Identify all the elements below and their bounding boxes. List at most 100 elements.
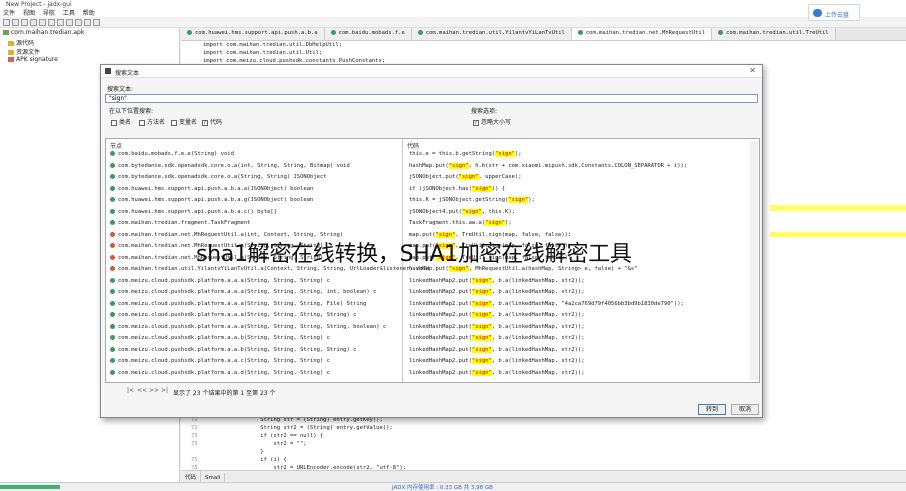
node-row[interactable]: com.huawei.hms.support.api.push.a.b.a.g(… xyxy=(110,197,313,203)
code-row[interactable]: linkedHashMap2.put("sign", b.a(linkedHas… xyxy=(409,369,585,376)
node-row[interactable]: com.huawei.hms.support.api.push.a.b.a.a(… xyxy=(110,185,314,192)
options-label: 搜索选项: xyxy=(471,108,498,115)
flatten-icon[interactable] xyxy=(30,19,37,26)
node-row[interactable]: com.baidu.mobads.f.e.e(String) void xyxy=(110,151,234,157)
close-icon[interactable]: ✕ xyxy=(749,66,756,75)
checkbox-method-name[interactable]: 方法名 xyxy=(139,117,165,126)
node-label: com.meizu.cloud.pushsdk.platform.a.a.c(S… xyxy=(118,358,330,364)
code-text: jSONObject4.put( xyxy=(409,208,462,215)
code-row[interactable]: if (jSONObject.has("sign")) { xyxy=(409,185,506,192)
code-text: ); xyxy=(514,151,522,157)
code-row[interactable]: this.e = this.b.getString("sign"); xyxy=(409,151,522,157)
tree-item-apk[interactable]: com.maihan.tredian.apk xyxy=(3,29,84,36)
checkbox-class-name[interactable]: 类名 xyxy=(111,117,131,126)
forward-icon[interactable] xyxy=(66,19,73,26)
scope-label: 在以下位置搜索: xyxy=(109,108,154,115)
home-icon[interactable] xyxy=(75,19,82,26)
code-row[interactable]: linkedHashMap2.put("sign", b.a(linkedHas… xyxy=(409,312,585,318)
node-row[interactable]: com.meizu.cloud.pushsdk.platform.a.a.b(S… xyxy=(110,335,330,341)
node-row[interactable]: com.meizu.cloud.pushsdk.platform.a.a.b(S… xyxy=(110,346,356,353)
cloud-upload-button[interactable]: 上传云盘 xyxy=(808,4,860,21)
code-row[interactable]: linkedHashMap2.put("sign", b.a(linkedHas… xyxy=(409,335,585,341)
log-icon[interactable] xyxy=(84,19,91,26)
sync-icon[interactable] xyxy=(21,19,28,26)
tree-item-signature[interactable]: APK signature xyxy=(8,56,58,63)
tab-mobads[interactable]: com.baidu.mobads.f.e xyxy=(324,28,412,40)
node-row[interactable]: com.bytedance.sdk.openadsdk.core.o.a(Str… xyxy=(110,174,327,180)
menu-navigate[interactable]: 导航 xyxy=(43,10,55,17)
search-input[interactable] xyxy=(105,94,758,103)
last-page-button[interactable]: >| xyxy=(161,387,168,394)
menu-tools[interactable]: 工具 xyxy=(63,10,75,17)
code-row[interactable]: TaskFragment.this.aw.a("sign"); xyxy=(409,220,512,226)
next-page-button[interactable]: >> xyxy=(149,387,159,394)
open-icon[interactable] xyxy=(3,19,10,26)
tab-mhrequestutil[interactable]: com.maihan.tredian.net.MhRequestUtil xyxy=(571,28,713,40)
method-icon xyxy=(110,323,115,329)
match-highlight: "sign" xyxy=(471,369,492,376)
cancel-button[interactable]: 取消 xyxy=(731,404,759,415)
preferences-icon[interactable] xyxy=(93,19,100,26)
node-row[interactable]: com.meizu.cloud.pushsdk.platform.a.a.c(S… xyxy=(110,358,330,364)
goto-button[interactable]: 转到 xyxy=(698,404,726,415)
toolbar xyxy=(0,17,906,28)
code-row[interactable]: jSONObject4.put("sign", this.K); xyxy=(409,208,515,215)
code-row[interactable]: linkedHashMap2.put("sign", b.a(linkedHas… xyxy=(409,346,585,353)
code-text: linkedHashMap2.put( xyxy=(409,300,472,307)
method-icon xyxy=(110,220,115,225)
code-text: linkedHashMap2.put( xyxy=(409,312,472,318)
method-icon xyxy=(110,358,115,363)
tab-yilantv[interactable]: com.maihan.tredian.util.YilantvYiLanTvUt… xyxy=(411,28,572,40)
checkbox-ignore-case[interactable]: ✓ 忽略大小写 xyxy=(473,117,511,126)
code-row[interactable]: linkedHashMap2.put("sign", b.a(linkedHas… xyxy=(409,277,585,284)
node-row[interactable]: com.meizu.cloud.pushsdk.platform.a.a.d(S… xyxy=(110,369,330,376)
menu-help[interactable]: 帮助 xyxy=(83,10,95,17)
menu-view[interactable]: 视图 xyxy=(23,10,35,17)
node-row[interactable]: com.meizu.cloud.pushsdk.platform.a.a.a(S… xyxy=(110,289,376,295)
code-text: linkedHashMap2.put( xyxy=(409,346,472,353)
method-icon xyxy=(110,335,115,340)
column-header-node: 节点 xyxy=(110,143,123,150)
code-text: , b.a(linkedHashMap, str2)); xyxy=(491,277,585,284)
line-number: 73 xyxy=(191,433,198,439)
node-label: com.huawei.hms.support.api.push.a.b.a.c(… xyxy=(118,208,277,215)
code-row[interactable]: linkedHashMap2.put("sign", b.a(linkedHas… xyxy=(409,323,585,330)
tree-item-resources[interactable]: 资源文件 xyxy=(8,47,40,56)
code-text: )) { xyxy=(491,185,506,192)
node-label: com.huawei.hms.support.api.push.a.b.a.a(… xyxy=(118,185,314,192)
node-row[interactable]: com.maihan.tredian.fragment.TaskFragment xyxy=(110,220,250,226)
code-row[interactable]: linkedHashMap2.put("sign", b.a(linkedHas… xyxy=(409,300,684,307)
tree-item-sources[interactable]: 源代码 xyxy=(8,38,34,47)
code-row[interactable]: linkedHashMap2.put("sign", b.a(linkedHas… xyxy=(409,358,585,364)
node-row[interactable]: com.huawei.hms.support.api.push.a.b.a.c(… xyxy=(110,208,277,215)
checkbox-code[interactable]: ✓ 代码 xyxy=(202,117,222,126)
back-icon[interactable] xyxy=(57,19,64,26)
save-icon[interactable] xyxy=(12,19,19,26)
prev-page-button[interactable]: << xyxy=(137,387,147,394)
code-line: String str2 = (String) entry.getValue(); xyxy=(247,425,393,431)
method-icon xyxy=(110,254,115,260)
first-page-button[interactable]: |< xyxy=(127,387,134,394)
code-row[interactable]: this.K = jSONObject.getString("sign"); xyxy=(409,197,535,203)
search-icon[interactable] xyxy=(39,19,46,26)
node-row[interactable]: com.meizu.cloud.pushsdk.platform.a.a.a(S… xyxy=(110,277,330,284)
node-row[interactable]: com.meizu.cloud.pushsdk.platform.a.a.a(S… xyxy=(110,312,356,318)
method-icon xyxy=(110,369,115,375)
menu-file[interactable]: 文件 xyxy=(3,10,15,17)
code-row[interactable]: linkedHashMap2.put("sign", b.a(linkedHas… xyxy=(409,289,585,295)
node-row[interactable]: com.meizu.cloud.pushsdk.platform.a.a.a(S… xyxy=(110,300,366,307)
node-row[interactable]: com.meizu.cloud.pushsdk.platform.a.a.a(S… xyxy=(110,323,386,330)
node-row[interactable]: com.bytedance.sdk.openadsdk.core.o.a(int… xyxy=(110,162,350,169)
code-row[interactable]: hashMap.put("sign", h.b(str + com.xiaomi… xyxy=(409,162,687,169)
results-count: 显示了 23 个结果中的第 1 至第 23 个 xyxy=(173,390,276,397)
tab-treutil[interactable]: com.maihan.tredian.util.TreUtil xyxy=(712,28,836,40)
find-class-icon[interactable] xyxy=(48,19,55,26)
class-icon xyxy=(187,30,192,35)
editor-highlight xyxy=(770,205,906,211)
code-row[interactable]: jSONObject.put("sign", upperCase); xyxy=(409,174,522,180)
class-icon xyxy=(718,30,724,35)
checkbox-field-name[interactable]: 变量名 xyxy=(171,117,197,126)
tab-push-a-b-a[interactable]: com.huawei.hms.support.api.push.a.b.a xyxy=(181,28,325,40)
node-label: com.meizu.cloud.pushsdk.platform.a.a.a(S… xyxy=(118,312,357,318)
match-highlight: "sign" xyxy=(471,289,492,295)
